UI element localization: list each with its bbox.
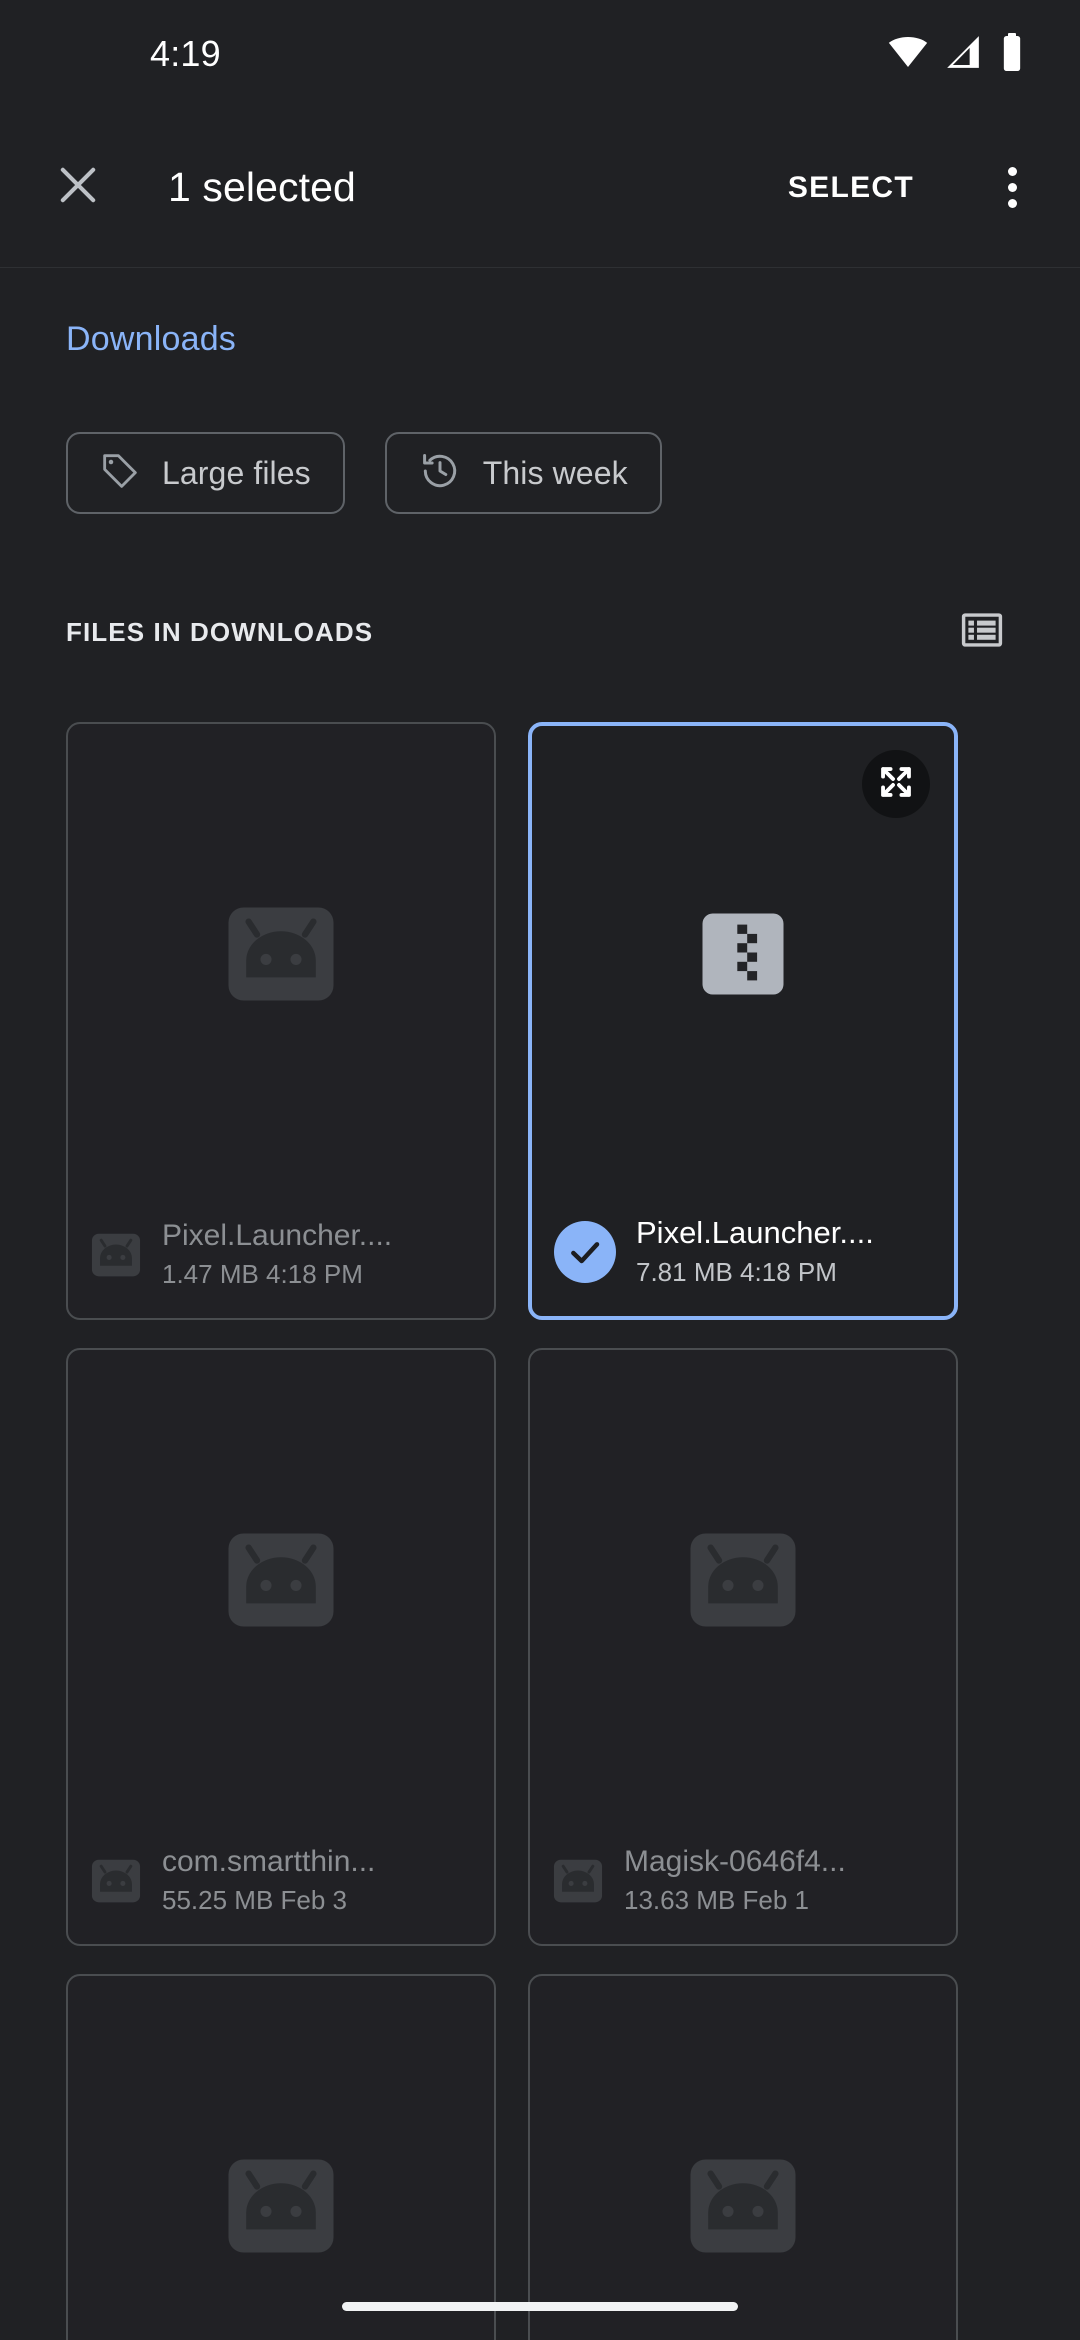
android-apk-icon <box>552 1859 604 1903</box>
file-name: com.smartthin... <box>162 1844 376 1878</box>
android-apk-icon <box>90 1859 142 1903</box>
select-button[interactable]: SELECT <box>776 157 926 219</box>
file-grid: Pixel.Launcher.... 1.47 MB 4:18 PM Pixel… <box>66 722 1018 2340</box>
battery-icon <box>998 32 1026 77</box>
selection-count-title: 1 selected <box>168 164 356 210</box>
overflow-menu-button[interactable] <box>968 144 1056 232</box>
chip-large-files-label: Large files <box>162 454 311 491</box>
chip-this-week-label: This week <box>482 454 628 491</box>
file-meta: 13.63 MB Feb 1 <box>624 1885 809 1916</box>
tag-icon <box>100 451 140 496</box>
android-apk-icon <box>90 1233 142 1277</box>
list-view-icon <box>959 607 1005 658</box>
file-meta: 1.47 MB 4:18 PM <box>162 1259 363 1290</box>
android-apk-icon <box>227 2158 335 2259</box>
history-icon <box>419 450 461 497</box>
close-icon <box>52 159 104 216</box>
file-meta: 55.25 MB Feb 3 <box>162 1885 347 1916</box>
file-info: com.smartthin... 55.25 MB Feb 3 <box>162 1844 472 1918</box>
home-gesture-pill[interactable] <box>342 2301 738 2311</box>
file-card[interactable]: Pixel.Launcher.... 1.47 MB 4:18 PM <box>66 722 496 1320</box>
android-apk-icon <box>227 1532 335 1633</box>
check-circle-icon[interactable] <box>554 1221 616 1284</box>
files-app-screen: 4:19 1 selected SELECT Downloads Large f… <box>0 0 1080 2340</box>
android-apk-icon <box>227 906 335 1007</box>
file-thumbnail <box>532 726 954 1186</box>
file-meta: 7.81 MB 4:18 PM <box>636 1257 837 1288</box>
android-apk-icon <box>689 2158 797 2259</box>
filter-chip-row: Large files This week <box>66 432 662 514</box>
cell-signal-icon <box>944 33 982 76</box>
file-thumbnail <box>530 1350 956 1814</box>
file-thumbnail <box>68 724 494 1188</box>
file-card-footer: com.smartthin... 55.25 MB Feb 3 <box>68 1844 494 1918</box>
android-apk-icon <box>689 1532 797 1633</box>
file-card-footer: Pixel.Launcher.... 1.47 MB 4:18 PM <box>68 1218 494 1292</box>
file-card-footer: Magisk-0646f4... 13.63 MB Feb 1 <box>530 1844 956 1918</box>
section-title: FILES IN DOWNLOADS <box>66 616 374 647</box>
view-mode-toggle-button[interactable] <box>950 600 1014 664</box>
gesture-nav-bar <box>0 2272 1080 2340</box>
file-card-footer: Pixel.Launcher.... 7.81 MB 4:18 PM <box>532 1214 954 1290</box>
more-vert-icon <box>1007 167 1017 208</box>
file-card[interactable]: com.smartthin... 55.25 MB Feb 3 <box>66 1348 496 1946</box>
file-thumbnail <box>68 1350 494 1814</box>
file-info: Pixel.Launcher.... 1.47 MB 4:18 PM <box>162 1218 472 1292</box>
app-bar: 1 selected SELECT <box>0 108 1080 268</box>
file-card-selected[interactable]: Pixel.Launcher.... 7.81 MB 4:18 PM <box>528 722 958 1320</box>
file-info: Pixel.Launcher.... 7.81 MB 4:18 PM <box>636 1214 932 1290</box>
status-bar-icons <box>888 32 1026 77</box>
status-bar-clock: 4:19 <box>150 33 221 74</box>
wifi-icon <box>888 32 928 77</box>
chip-large-files[interactable]: Large files <box>66 432 345 514</box>
status-bar: 4:19 <box>0 0 1080 108</box>
section-header: FILES IN DOWNLOADS <box>66 600 1020 664</box>
breadcrumb-downloads[interactable]: Downloads <box>66 320 236 359</box>
close-selection-button[interactable] <box>30 140 126 236</box>
file-name: Pixel.Launcher.... <box>162 1218 393 1252</box>
file-card[interactable]: Magisk-0646f4... 13.63 MB Feb 1 <box>528 1348 958 1946</box>
chip-this-week[interactable]: This week <box>384 432 662 514</box>
file-name: Pixel.Launcher.... <box>636 1215 874 1251</box>
file-name: Magisk-0646f4... <box>624 1844 846 1878</box>
file-info: Magisk-0646f4... 13.63 MB Feb 1 <box>624 1844 934 1918</box>
zip-archive-icon <box>701 912 785 1001</box>
